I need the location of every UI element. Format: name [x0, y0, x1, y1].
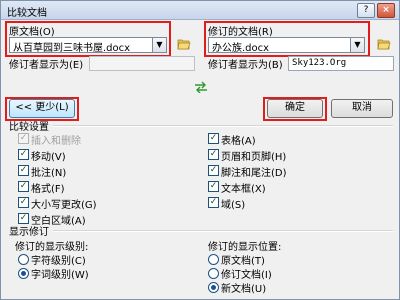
checkbox-label: 域(S) [221, 200, 246, 211]
revised-author-value: Sky123.Org [292, 58, 347, 68]
help-button[interactable]: ? [357, 3, 375, 18]
revised-document-combo[interactable]: 办公族.docx ▼ [208, 37, 365, 54]
close-button[interactable]: × [377, 3, 395, 18]
checkbox-fields[interactable]: ✓ [208, 197, 219, 208]
checkbox-tables[interactable]: ✓ [208, 133, 219, 144]
revised-author-label: 修订者显示为(B) [208, 60, 283, 71]
swap-arrows-icon[interactable] [193, 81, 209, 93]
folder-open-icon[interactable] [177, 38, 191, 50]
revised-author-field[interactable]: Sky123.Org [288, 56, 394, 71]
show-location-label: 修订的显示位置: [208, 242, 282, 253]
checkbox-label: 文本框(X) [221, 184, 266, 195]
radio-revised-document[interactable] [208, 268, 219, 279]
radio-word-level[interactable] [18, 268, 29, 279]
radio-label: 新文档(U) [221, 284, 267, 295]
radio-character-level[interactable] [18, 254, 29, 265]
dialog-title: 比较文档 [7, 8, 47, 19]
checkbox-moves[interactable]: ✓ [18, 149, 29, 160]
checkbox-textboxes[interactable]: ✓ [208, 181, 219, 192]
checkbox-label: 页眉和页脚(H) [221, 152, 287, 163]
chevron-down-icon[interactable]: ▼ [350, 38, 364, 52]
show-changes-title: 显示修订 [9, 227, 49, 238]
checkbox-label: 大小写更改(G) [31, 200, 97, 211]
less-button[interactable]: << 更少(L) [9, 99, 75, 118]
radio-new-document[interactable] [208, 282, 219, 293]
checkbox-case-changes[interactable]: ✓ [18, 197, 29, 208]
radio-label: 修订文档(I) [221, 270, 272, 281]
cancel-button[interactable]: 取消 [331, 99, 393, 118]
original-author-label: 修订者显示为(E) [9, 60, 84, 71]
original-document-value: 从百草园到三味书屋.docx [13, 43, 131, 54]
radio-label: 原文档(T) [221, 256, 265, 267]
checkbox-label: 表格(A) [221, 136, 256, 147]
checkbox-label: 脚注和尾注(D) [221, 168, 287, 179]
folder-open-icon[interactable] [377, 38, 391, 50]
checkbox-footnotes-endnotes[interactable]: ✓ [208, 165, 219, 176]
checkbox-label: 格式(F) [31, 184, 65, 195]
original-author-field[interactable] [89, 56, 195, 71]
chevron-down-icon[interactable]: ▼ [152, 38, 166, 52]
checkbox-insertions-deletions: ✓ [18, 133, 29, 144]
show-level-label: 修订的显示级别: [15, 242, 89, 253]
checkbox-label: 批注(N) [31, 168, 67, 179]
radio-selected-dot [21, 271, 26, 276]
title-bar: 比较文档 ? × [1, 1, 399, 20]
compare-settings-title: 比较设置 [9, 122, 49, 133]
revised-document-value: 办公族.docx [212, 43, 270, 54]
radio-label: 字词级别(W) [31, 270, 89, 281]
revised-document-label: 修订的文档(R) [208, 27, 273, 38]
ok-button[interactable]: 确定 [267, 99, 323, 118]
show-changes-divider [53, 230, 393, 232]
original-document-combo[interactable]: 从百草园到三味书屋.docx ▼ [9, 37, 167, 54]
radio-original-document[interactable] [208, 254, 219, 265]
compare-settings-divider [53, 125, 393, 127]
original-document-label: 原文档(O) [9, 27, 55, 38]
compare-documents-dialog: 比较文档 ? × 原文档(O) 从百草园到三味书屋.docx ▼ 修订者显示为(… [0, 0, 400, 300]
checkbox-headers-footers[interactable]: ✓ [208, 149, 219, 160]
checkbox-formatting[interactable]: ✓ [18, 181, 29, 192]
checkbox-comments[interactable]: ✓ [18, 165, 29, 176]
checkbox-label: 插入和删除 [31, 136, 81, 147]
radio-selected-dot [211, 285, 216, 290]
checkbox-label: 移动(V) [31, 152, 66, 163]
radio-label: 字符级别(C) [31, 256, 86, 267]
